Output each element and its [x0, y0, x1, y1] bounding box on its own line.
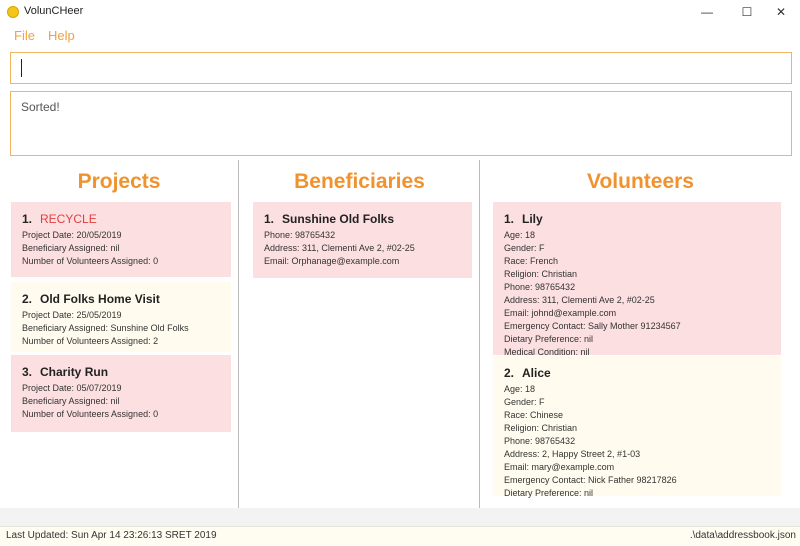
minimize-button[interactable]: —	[690, 0, 724, 24]
window-title: VolunCHeer	[24, 5, 84, 17]
volunteer-email: Email: johnd@example.com	[504, 308, 617, 318]
volunteer-age: Age: 18	[504, 384, 536, 394]
volunteer-race: Race: Chinese	[504, 410, 564, 420]
close-button[interactable]: ✕	[764, 0, 798, 24]
project-card[interactable]: 1. RECYCLE Project Date: 20/05/2019 Benef…	[11, 202, 231, 277]
volunteer-age: Age: 18	[504, 230, 536, 240]
volunteer-emergency-contact: Emergency Contact: Nick Father 98217826	[504, 475, 677, 485]
result-text: Sorted!	[21, 100, 60, 114]
project-beneficiary: Beneficiary Assigned: Sunshine Old Folks	[22, 323, 189, 333]
volunteer-gender: Gender: F	[504, 397, 545, 407]
project-volunteer-count: Number of Volunteers Assigned: 2	[22, 336, 159, 346]
menu-help[interactable]: Help	[48, 28, 75, 43]
volunteer-emergency-contact: Emergency Contact: Sally Mother 91234567	[504, 321, 681, 331]
volunteer-religion: Religion: Christian	[504, 423, 578, 433]
project-card[interactable]: 3. Charity Run Project Date: 05/07/2019 B…	[11, 355, 231, 432]
project-volunteer-count: Number of Volunteers Assigned: 0	[22, 256, 159, 266]
project-name: Old Folks Home Visit	[40, 292, 160, 306]
app-logo-icon	[7, 6, 19, 18]
volunteer-email: Email: mary@example.com	[504, 462, 615, 472]
menu-bar: File Help	[0, 24, 800, 48]
volunteer-address: Address: 2, Happy Street 2, #1-03	[504, 449, 641, 459]
volunteers-panel: Volunteers 1. Lily Age: 18 Gender: F Race…	[481, 160, 800, 508]
volunteer-address: Address: 311, Clementi Ave 2, #02-25	[504, 295, 655, 305]
maximize-button[interactable]: ☐	[730, 0, 764, 24]
volunteer-phone: Phone: 98765432	[504, 282, 576, 292]
project-name: RECYCLE	[40, 212, 97, 226]
command-input[interactable]	[10, 52, 792, 84]
project-beneficiary: Beneficiary Assigned: nil	[22, 243, 120, 253]
menu-file[interactable]: File	[14, 28, 35, 43]
project-card[interactable]: 2. Old Folks Home Visit Project Date: 25/…	[11, 282, 231, 352]
volunteer-dietary: Dietary Preference: nil	[504, 334, 594, 344]
beneficiary-card[interactable]: 1. Sunshine Old Folks Phone: 98765432 Add…	[253, 202, 472, 278]
volunteer-name: Alice	[522, 366, 551, 380]
beneficiaries-panel: Beneficiaries 1. Sunshine Old Folks Phone…	[240, 160, 480, 508]
project-index: 2.	[22, 292, 33, 306]
projects-panel: Projects 1. RECYCLE Project Date: 20/05/2…	[0, 160, 239, 508]
project-name: Charity Run	[40, 365, 109, 379]
save-location-text: .\data\addressbook.json	[689, 530, 796, 541]
project-index: 1.	[22, 212, 33, 226]
volunteer-name: Lily	[522, 212, 543, 226]
volunteer-religion: Religion: Christian	[504, 269, 578, 279]
beneficiary-index: 1.	[264, 212, 275, 226]
last-updated-text: Last Updated: Sun Apr 14 23:26:13 SRET 2…	[6, 530, 217, 541]
volunteer-card[interactable]: 2. Alice Age: 18 Gender: F Race: Chinese …	[493, 356, 781, 498]
project-date: Project Date: 05/07/2019	[22, 383, 122, 393]
volunteer-phone: Phone: 98765432	[504, 436, 576, 446]
beneficiaries-title: Beneficiaries	[294, 170, 425, 193]
volunteer-index: 1.	[504, 212, 515, 226]
text-caret	[21, 59, 22, 77]
volunteer-card[interactable]: 1. Lily Age: 18 Gender: F Race: French Re…	[493, 202, 781, 357]
volunteers-title: Volunteers	[587, 170, 694, 193]
beneficiary-phone: Phone: 98765432	[264, 230, 336, 240]
project-date: Project Date: 20/05/2019	[22, 230, 122, 240]
status-bar: Last Updated: Sun Apr 14 23:26:13 SRET 2…	[0, 526, 800, 546]
result-display[interactable]: Sorted!	[10, 91, 792, 156]
project-beneficiary: Beneficiary Assigned: nil	[22, 396, 120, 406]
beneficiary-name: Sunshine Old Folks	[282, 212, 395, 226]
volunteer-race: Race: French	[504, 256, 559, 266]
project-index: 3.	[22, 365, 33, 379]
status-spacer	[0, 508, 800, 526]
beneficiary-address: Address: 311, Clementi Ave 2, #02-25	[264, 243, 415, 253]
project-volunteer-count: Number of Volunteers Assigned: 0	[22, 409, 159, 419]
project-date: Project Date: 25/05/2019	[22, 310, 122, 320]
volunteer-index: 2.	[504, 366, 515, 380]
volunteer-gender: Gender: F	[504, 243, 545, 253]
title-bar: VolunCHeer — ☐ ✕	[0, 0, 800, 24]
projects-title: Projects	[77, 170, 161, 193]
beneficiary-email: Email: Orphanage@example.com	[264, 256, 400, 266]
volunteer-dietary: Dietary Preference: nil	[504, 488, 594, 498]
